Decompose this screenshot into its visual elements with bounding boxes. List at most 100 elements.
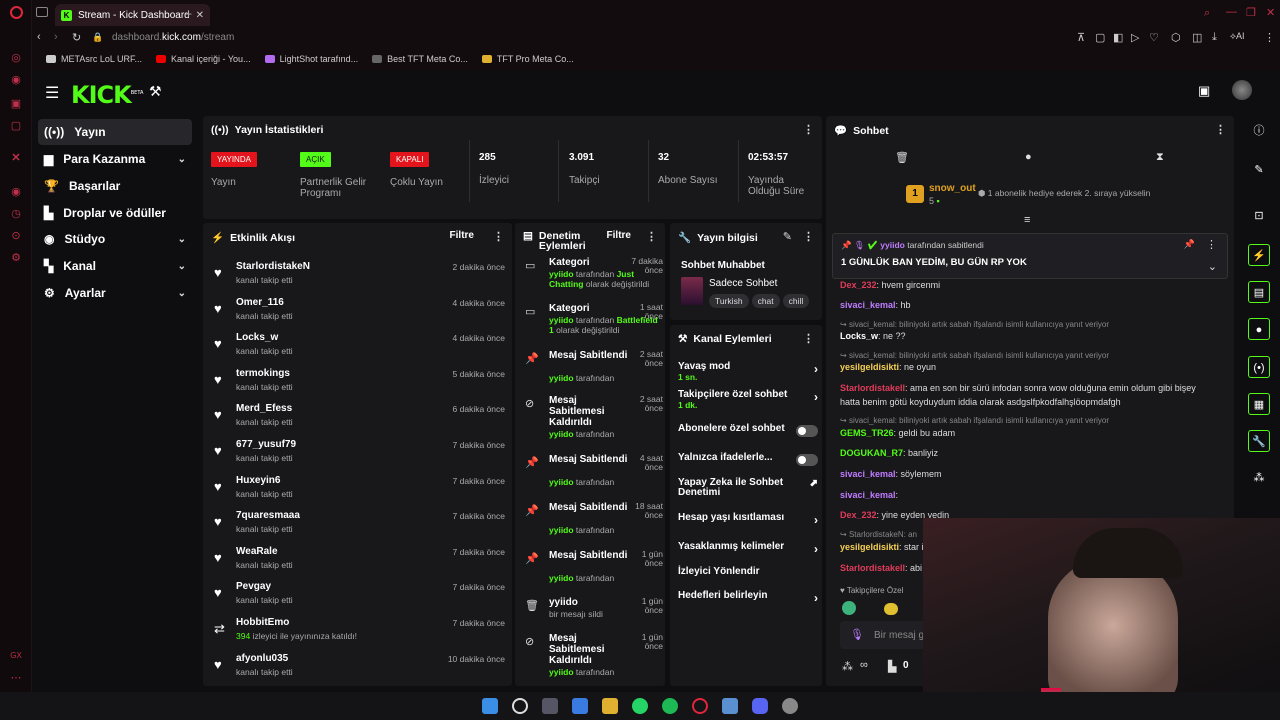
bookmark-tft-best[interactable]: Best TFT Meta Co... bbox=[372, 54, 468, 64]
settings-icon[interactable]: ⚙ bbox=[10, 252, 22, 264]
list-item[interactable]: ♥ Merd_Efess kanalı takip etti 6 dakika önc… bbox=[213, 401, 505, 435]
list-item[interactable]: ♥ afyonlu035 kanalı takip etti 10 dakika ön… bbox=[213, 651, 505, 685]
scan-icon[interactable]: ⊡ bbox=[1248, 205, 1270, 227]
wallet-icon[interactable]: ◫ bbox=[1192, 31, 1202, 44]
bookmark-lightshot[interactable]: LightShot tarafınd... bbox=[264, 54, 358, 64]
x-twitter-icon[interactable]: ✕ bbox=[10, 152, 22, 164]
list-item[interactable]: ♥ Omer_116 kanalı takip etti 4 dakika önce bbox=[213, 295, 505, 329]
pinned-user[interactable]: yyiido bbox=[880, 240, 905, 250]
avatar[interactable] bbox=[1232, 80, 1252, 100]
opera-gx-icon[interactable] bbox=[692, 698, 708, 714]
channel-action[interactable]: Yalnızca ifadelerle... bbox=[678, 453, 818, 475]
chat-username[interactable]: Starlordistakell bbox=[840, 383, 905, 393]
event-user[interactable]: Huxeyin6 bbox=[236, 475, 280, 486]
list-item[interactable]: ♥ 7quaresmaaa kanalı takip etti 7 dakika ön… bbox=[213, 508, 505, 542]
chat-username[interactable]: sivaci_kemal bbox=[840, 469, 896, 479]
channel-action[interactable]: Yavaş mod 1 sn. › bbox=[678, 362, 818, 384]
event-user[interactable]: Locks_w bbox=[236, 332, 278, 343]
moderation-user[interactable]: yyiido bbox=[549, 429, 574, 439]
more-options-icon[interactable]: ⋮ bbox=[803, 332, 814, 345]
opera-logo-icon[interactable] bbox=[10, 6, 23, 19]
nav-item-droplar[interactable]: ▙ Droplar ve ödüller bbox=[38, 200, 192, 226]
hammer-icon[interactable]: ⚒ bbox=[149, 83, 162, 100]
edge-icon[interactable] bbox=[572, 698, 588, 714]
chat-username[interactable]: Dex_232 bbox=[840, 510, 877, 520]
kick-logo[interactable]: KICKBETA bbox=[71, 81, 143, 109]
folder-icon[interactable] bbox=[602, 698, 618, 714]
chat-bubble-icon[interactable]: ● bbox=[1025, 151, 1032, 163]
list-item[interactable]: ♥ Locks_w kanalı takip etti 4 dakika önce bbox=[213, 330, 505, 364]
filter-button[interactable]: Filtre bbox=[607, 230, 631, 241]
list-item[interactable]: ♥ Pevgay kanalı takip etti 7 dakika önce bbox=[213, 579, 505, 613]
gx-icon[interactable]: GX bbox=[10, 650, 22, 662]
gifter-name[interactable]: snow_out bbox=[929, 183, 976, 194]
tab-close-icon[interactable]: ✕ bbox=[196, 10, 204, 21]
chat-username[interactable]: sivaci_kemal bbox=[840, 490, 896, 500]
channel-action[interactable]: Yapay Zeka ile Sohbet Denetimi ⬈ bbox=[678, 478, 818, 500]
channel-action[interactable]: Takipçilere özel sohbet 1 dk. › bbox=[678, 390, 818, 412]
tv-icon[interactable]: ▣ bbox=[1198, 83, 1210, 99]
channel-action[interactable]: Abonelere özel sohbet bbox=[678, 424, 818, 446]
steam-icon[interactable] bbox=[782, 698, 798, 714]
moderation-user[interactable]: yyiido bbox=[549, 315, 574, 325]
download-icon[interactable]: ⤓ bbox=[1212, 31, 1217, 44]
list-item[interactable]: ♥ StarlordistakeN kanalı takip etti 2 dakik… bbox=[213, 259, 505, 293]
extensions-icon[interactable]: ⬡ bbox=[1171, 31, 1181, 44]
event-user[interactable]: 7quaresmaaa bbox=[236, 510, 300, 521]
list-item[interactable]: ♥ termokings kanalı takip etti 5 dakika önc… bbox=[213, 366, 505, 400]
event-user[interactable]: HobbitEmo bbox=[236, 617, 289, 628]
bookmark-tft-pro[interactable]: TFT Pro Meta Co... bbox=[481, 54, 574, 64]
nav-item-studyo[interactable]: ◉ Stüdyo ⌄ bbox=[38, 226, 192, 252]
nav-item-kanal[interactable]: ▚ Kanal ⌄ bbox=[38, 253, 192, 279]
url-field[interactable]: dashboard.kick.com/stream bbox=[112, 32, 234, 43]
event-user[interactable]: StarlordistakeN bbox=[236, 261, 310, 272]
instagram-icon[interactable]: ▢ bbox=[10, 120, 22, 132]
event-user[interactable]: afyonlu035 bbox=[236, 653, 288, 664]
chat-username[interactable]: GEMS_TR26 bbox=[840, 428, 894, 438]
player-icon[interactable]: ◉ bbox=[10, 186, 22, 198]
app-icon[interactable] bbox=[722, 698, 738, 714]
reload-icon[interactable]: ↻ bbox=[72, 31, 81, 44]
tab-workspace-icon[interactable] bbox=[36, 7, 48, 17]
spotify-icon[interactable] bbox=[662, 698, 678, 714]
event-user[interactable]: Omer_116 bbox=[236, 297, 284, 308]
wrench-icon[interactable]: 🔧 bbox=[1248, 430, 1270, 452]
menu-icon[interactable]: ⋮ bbox=[1264, 31, 1275, 44]
more-options-icon[interactable]: ⋮ bbox=[493, 230, 504, 243]
tools-icon[interactable]: ⁂ bbox=[842, 660, 853, 673]
chat-username[interactable]: sivaci_kemal bbox=[840, 300, 896, 310]
stream-info-icon[interactable]: ▦ bbox=[1248, 393, 1270, 415]
event-user[interactable]: termokings bbox=[236, 368, 290, 379]
info-icon[interactable]: ⓘ bbox=[1248, 120, 1270, 142]
history-icon[interactable]: ◷ bbox=[10, 208, 22, 220]
search-tabs-icon[interactable]: ⌕ bbox=[1204, 7, 1210, 20]
minimize-icon[interactable]: — bbox=[1226, 6, 1237, 18]
nav-item-yayin[interactable]: ((•)) Yayın bbox=[38, 119, 192, 145]
emote-icon[interactable] bbox=[842, 601, 856, 615]
more-options-icon[interactable]: ⋮ bbox=[1206, 238, 1217, 251]
heart-icon[interactable]: ♡ bbox=[1149, 31, 1159, 44]
whatsapp-icon[interactable] bbox=[632, 698, 648, 714]
chat-username[interactable]: Dex_232 bbox=[840, 280, 877, 290]
nav-item-basarilar[interactable]: 🏆 Başarılar bbox=[38, 173, 192, 199]
more-options-icon[interactable]: ⋮ bbox=[803, 230, 814, 243]
document-icon[interactable]: ▤ bbox=[1248, 281, 1270, 303]
channel-action[interactable]: İzleyici Yönlendir bbox=[678, 567, 818, 589]
moderation-user[interactable]: yyiido bbox=[549, 525, 574, 535]
channel-action[interactable]: Hesap yaşı kısıtlaması › bbox=[678, 513, 818, 535]
channel-action[interactable]: Hedefleri belirleyin › bbox=[678, 591, 818, 613]
moderation-user[interactable]: yyiido bbox=[549, 477, 574, 487]
chat-username[interactable]: Locks_w bbox=[840, 331, 878, 341]
channel-action[interactable]: Yasaklanmış kelimeler › bbox=[678, 542, 818, 564]
search-icon[interactable] bbox=[512, 698, 528, 714]
pin-icon[interactable]: ⊼ bbox=[1077, 31, 1085, 44]
back-icon[interactable]: ‹ bbox=[37, 31, 41, 43]
list-item[interactable]: ♥ WeaRale kanalı takip etti 7 dakika önce bbox=[213, 544, 505, 578]
infinity-icon[interactable]: ∞ bbox=[860, 659, 868, 671]
moderation-user[interactable]: yyiido bbox=[549, 573, 574, 583]
moderation-user[interactable]: yyiido bbox=[549, 269, 574, 279]
event-user[interactable]: WeaRale bbox=[236, 546, 278, 557]
chat-username[interactable]: Starlordistakell bbox=[840, 563, 905, 573]
pen-icon[interactable]: ✎ bbox=[1248, 159, 1270, 181]
nav-item-ayarlar[interactable]: ⚙ Ayarlar ⌄ bbox=[38, 280, 192, 306]
